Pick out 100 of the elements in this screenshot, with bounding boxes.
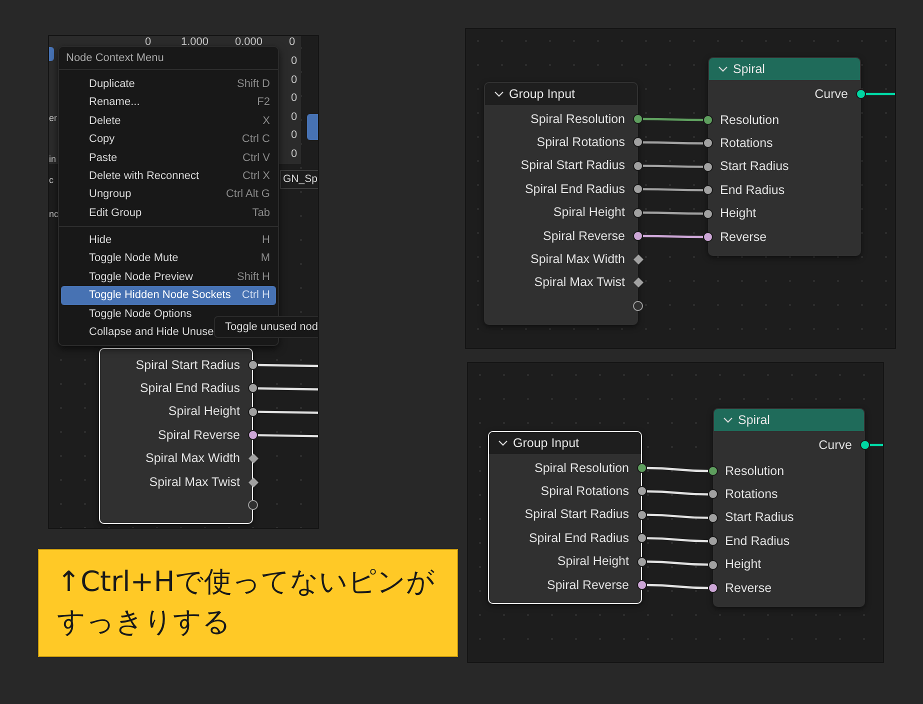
value-text: 0 [289,36,296,48]
menu-item[interactable]: Toggle Node Preview Shift H [61,268,276,286]
socket-label: Curve [814,86,848,103]
empty-socket-icon[interactable] [633,301,643,312]
menu-item[interactable]: Toggle Node Mute M [61,250,276,268]
socket-label: Spiral Resolution [530,110,625,128]
socket-label: Spiral Reverse [543,228,625,245]
label-text: c [49,175,54,185]
socket-label: Spiral Max Width [146,450,240,468]
socket-label: Spiral Max Twist [534,274,625,292]
menu-item[interactable]: Delete X [61,112,276,130]
menu-item[interactable]: Hide H [61,231,276,250]
socket-label: Spiral Reverse [158,426,240,444]
socket-label: Start Radius [720,158,789,176]
socket-icon[interactable] [637,486,647,496]
socket-icon[interactable] [703,138,713,148]
socket-label: Spiral Start Radius [520,157,625,174]
socket-icon[interactable] [708,489,718,500]
node-title: Spiral [733,60,765,78]
socket-icon[interactable] [637,580,647,590]
menu-item[interactable]: Paste Ctrl V [61,148,276,167]
socket-label: End Radius [720,182,785,199]
socket-icon[interactable] [708,466,718,476]
node-header[interactable]: Spiral [714,409,864,431]
diamond-socket-icon[interactable] [632,277,644,288]
value-text: 1.000 [181,36,209,48]
socket-label: Spiral Reverse [547,576,629,594]
socket-label: Start Radius [725,509,794,526]
value-text: 0 [291,110,298,123]
socket-label: Spiral Start Radius [524,506,629,524]
socket-label: Resolution [720,112,780,129]
value-text: 0 [291,74,298,86]
caption-text: すっきりする [57,604,232,640]
node-card[interactable]: Spiral Curve Resolution Rotations Start Radius End Radius Height Reverse [713,408,865,607]
node-title: Group Input [513,434,580,452]
chevron-down-icon[interactable] [498,440,508,446]
socket-icon[interactable] [633,231,643,241]
socket-icon[interactable] [708,560,718,570]
socket-label: Spiral Rotations [540,483,629,500]
caption-text: ↑Ctrl+Hで使ってないピンが [57,564,436,600]
label-text: nc [49,209,59,219]
socket-icon[interactable] [703,232,713,242]
menu-item[interactable]: Toggle Hidden Node Sockets Ctrl H [61,286,276,305]
socket-label: Spiral Height [557,553,629,570]
tooltip: Toggle unused nod [214,316,318,338]
socket-icon[interactable] [856,89,866,99]
socket-icon[interactable] [248,360,258,370]
socket-label: Spiral End Radius [140,380,240,397]
socket-icon[interactable] [637,463,647,473]
socket-icon[interactable] [708,536,718,546]
socket-label: Spiral End Radius [528,530,629,547]
node-card[interactable]: Spiral Start Radius Spiral End Radius Spiral Height Spiral Reverse Spiral Max Width Spiral Max Twist [99,348,253,524]
menu-item[interactable]: Duplicate Shift D [61,75,276,94]
socket-icon[interactable] [633,114,643,124]
socket-label: Rotations [720,134,773,152]
node-card[interactable]: Spiral Curve Resolution Rotations Start Radius End Radius Height Reverse [708,57,861,256]
node-header[interactable]: Group Input [485,83,637,105]
menu-item[interactable]: Copy Ctrl C [61,130,276,149]
chevron-down-icon[interactable] [494,91,504,97]
socket-icon[interactable] [637,533,647,544]
socket-label: Spiral Height [553,204,625,222]
node-header[interactable]: Spiral [709,58,860,80]
socket-icon[interactable] [860,440,870,450]
socket-label: Height [720,205,756,222]
socket-label: Height [725,556,762,574]
diamond-socket-icon[interactable] [632,254,644,265]
socket-label: Rotations [725,486,778,503]
socket-icon[interactable] [248,383,258,394]
diamond-socket-icon[interactable] [248,453,258,464]
node-title: Spiral [738,412,770,429]
tab[interactable]: GN_Sp [280,170,318,189]
empty-socket-icon[interactable] [248,500,258,510]
socket-icon[interactable] [708,512,718,523]
socket-label: Spiral Rotations [536,134,625,151]
value-text: 0 [291,55,298,67]
menu-item[interactable]: Ungroup Ctrl Alt G [61,185,276,204]
socket-label: Reverse [720,228,767,246]
menu-item[interactable]: Rename... F2 [61,93,276,112]
socket-icon[interactable] [633,184,643,194]
socket-icon[interactable] [703,162,713,172]
value-text: 0 [145,36,152,48]
menu-item[interactable]: Edit Group Tab [61,204,276,222]
socket-icon[interactable] [703,115,713,125]
socket-label: Spiral Height [168,403,240,420]
socket-label: End Radius [725,532,790,550]
value-text: 0 [291,129,298,142]
socket-icon[interactable] [633,137,643,148]
socket-icon[interactable] [248,430,258,440]
socket-icon[interactable] [708,583,718,593]
diamond-socket-icon[interactable] [248,476,258,488]
label-text: in [49,154,56,164]
socket-icon[interactable] [703,208,713,219]
node-title: Group Input [509,86,576,103]
node-card[interactable]: Group Input Spiral Resolution Spiral Rotations Spiral Start Radius Spiral End Radius Spiral Height Spiral Reverse [488,431,642,604]
menu-title: Node Context Menu [66,50,164,66]
node-card[interactable]: Group Input Spiral Resolution Spiral Rotations Spiral Start Radius Spiral End Radius Spiral Height Spiral Reverse Spiral Max Width Spiral Max Twist [484,82,638,325]
node-header[interactable]: Group Input [489,432,641,454]
socket-icon[interactable] [703,185,713,196]
socket-label: Resolution [725,462,784,480]
menu-item[interactable]: Delete with Reconnect Ctrl X [61,166,276,186]
